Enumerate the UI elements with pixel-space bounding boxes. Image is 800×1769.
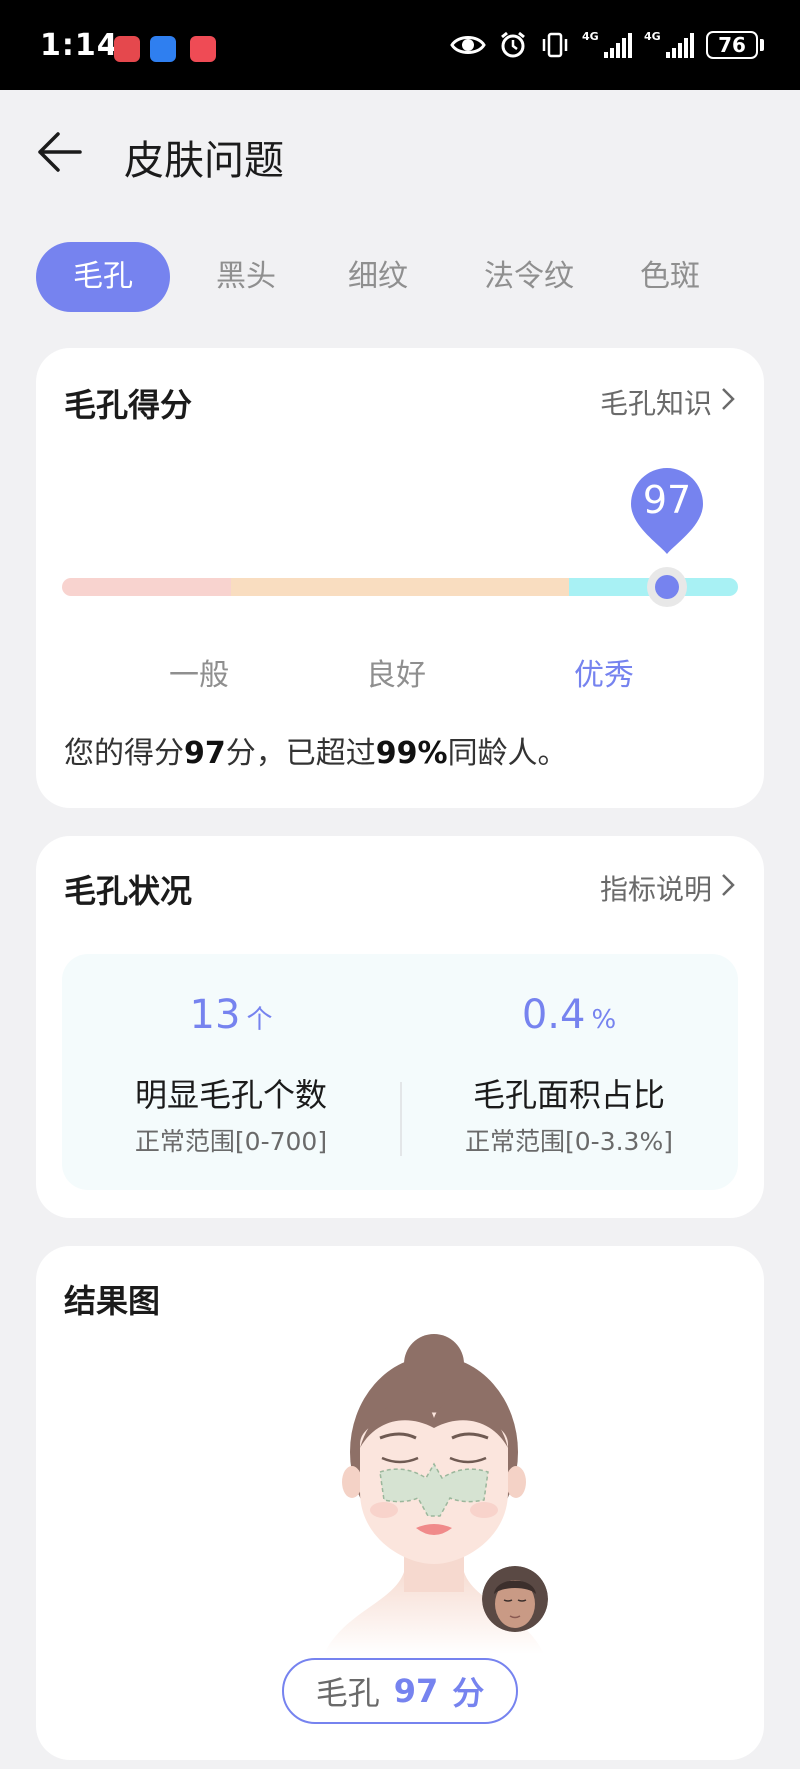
tab-blackheads[interactable]: 黑头 [196,242,296,312]
pore-metrics-panel: 13 个 明显毛孔个数 正常范围[0-700] 0.4% 毛孔面积占比 正常范围[… [62,954,738,1190]
score-value: 97 [642,478,692,522]
vibrate-icon [540,30,570,60]
pore-score-card: 毛孔得分 毛孔知识 97 一般 良好 优秀 您的得分97分，已超过99%同龄人。 [36,348,764,808]
tab-dark-spots[interactable]: 色斑 [620,242,720,312]
metric-name: 明显毛孔个数 [134,1076,327,1114]
result-image-card: 结果图 毛孔 97 分 [36,1246,764,1760]
pill-score: 97 [393,1672,439,1710]
tab-fine-lines[interactable]: 细纹 [328,242,428,312]
page-title: 皮肤问题 [124,138,284,184]
huawei-app-icon [114,36,140,62]
score-card-title: 毛孔得分 [64,386,193,424]
pore-knowledge-link[interactable]: 毛孔知识 [600,382,736,422]
status-card-title: 毛孔状况 [64,872,193,910]
result-card-title: 结果图 [64,1282,161,1320]
status-time: 1:14 [40,28,119,63]
indicator-info-link[interactable]: 指标说明 [600,868,736,908]
eye-icon [450,32,486,58]
metric-range: 正常范围[0-3.3%] [465,1127,673,1156]
pill-unit: 分 [452,1674,485,1712]
score-marker [647,567,688,607]
score-summary: 您的得分97分，已超过99%同龄人。 [64,736,568,771]
metric-value: 0.4% [521,992,617,1038]
pore-status-card: 毛孔状况 指标说明 13 个 明显毛孔个数 正常范围[0-700] 0.4% 毛孔… [36,836,764,1218]
chevron-right-icon [720,386,736,419]
pore-knowledge-label: 毛孔知识 [599,387,712,420]
status-icons: 4G 4G 76 [450,30,764,60]
level-fair: 一般 [169,658,229,693]
alarm-icon [498,30,528,60]
chevron-right-icon [720,872,736,905]
pore-score-pill[interactable]: 毛孔 97 分 [282,1658,518,1724]
metric-name: 毛孔面积占比 [472,1076,665,1114]
metric-range: 正常范围[0-700] [134,1127,328,1156]
face-photo-thumbnail[interactable] [482,1566,548,1632]
metric-pore-area: 0.4% 毛孔面积占比 正常范围[0-3.3%] [400,954,738,1190]
level-excellent: 优秀 [574,658,634,693]
shield-app-icon [150,36,176,62]
back-arrow-icon[interactable] [34,126,86,178]
tab-pores[interactable]: 毛孔 [36,242,170,312]
status-bar: 1:14 4G 4G 76 [0,0,800,90]
score-range-bar [62,578,738,596]
range-good-segment [231,578,569,596]
metric-value: 13 个 [189,992,273,1038]
metric-visible-pores: 13 个 明显毛孔个数 正常范围[0-700] [62,954,400,1190]
level-good: 良好 [366,658,426,693]
tab-bar: 毛孔 黑头 细纹 法令纹 色斑 [36,242,776,312]
signal-4g-icon-2: 4G [644,30,694,60]
tab-nasolabial-folds[interactable]: 法令纹 [464,242,594,312]
battery-level: 76 [706,31,758,59]
indicator-info-label: 指标说明 [599,873,712,906]
battery-icon: 76 [706,31,764,59]
range-fair-segment [62,578,231,596]
signal-4g-icon: 4G [582,30,632,60]
notes-app-icon [190,36,216,62]
pill-label: 毛孔 [315,1674,380,1712]
